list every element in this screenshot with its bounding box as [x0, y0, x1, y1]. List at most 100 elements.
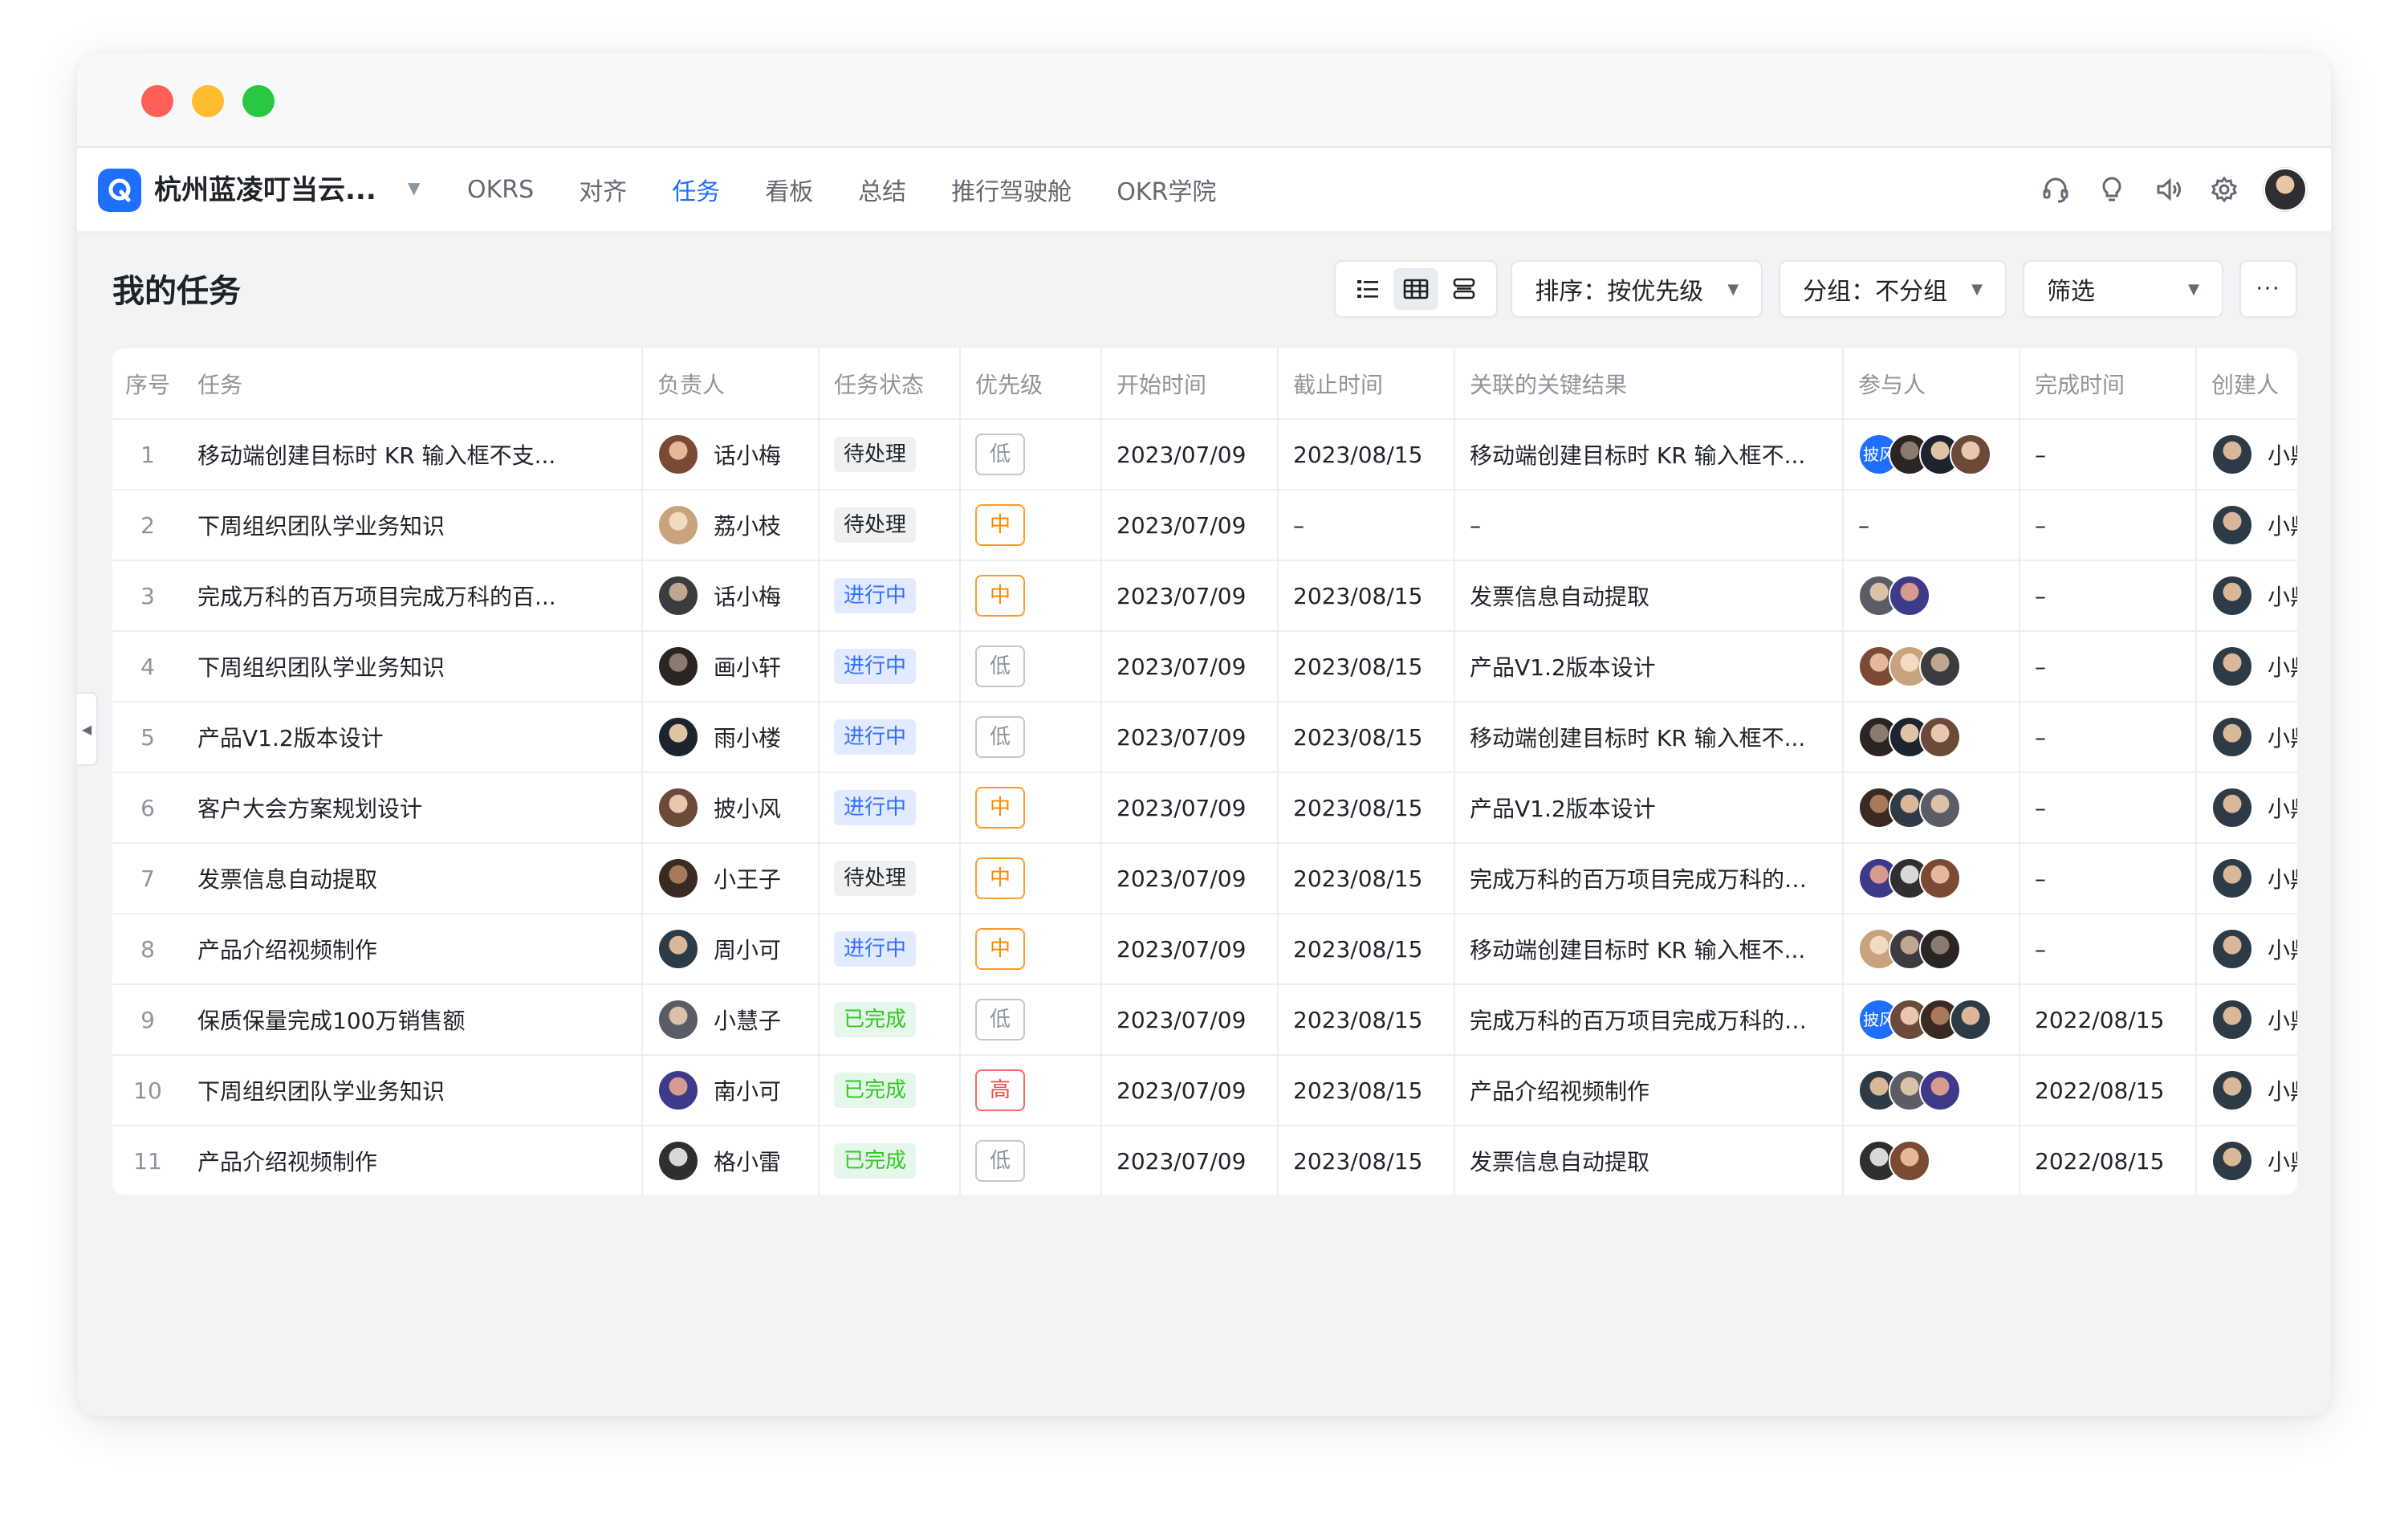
- card-view-icon[interactable]: [1442, 268, 1487, 310]
- participant-avatar[interactable]: [1950, 434, 1991, 475]
- participant-avatars[interactable]: [1858, 928, 2004, 970]
- task-title-cell[interactable]: 完成万科的百万项目完成万科的百...: [183, 560, 642, 632]
- creator-avatar[interactable]: [2211, 434, 2253, 475]
- owner-avatar[interactable]: [657, 999, 699, 1040]
- status-badge[interactable]: 已完成: [834, 1073, 917, 1108]
- participant-avatars[interactable]: [1858, 857, 2004, 899]
- column-header[interactable]: 创建人: [2195, 348, 2297, 420]
- owner-avatar[interactable]: [657, 645, 699, 687]
- status-badge[interactable]: 待处理: [834, 437, 917, 472]
- key-result-cell[interactable]: 产品V1.2版本设计: [1454, 631, 1843, 702]
- owner-avatar[interactable]: [657, 504, 699, 546]
- owner-avatar[interactable]: [657, 928, 699, 970]
- table-row[interactable]: 8 产品介绍视频制作 周小可 进行中 中 2023/07/09 2023/08/15 移动端创…: [112, 914, 2297, 985]
- owner[interactable]: 话小梅: [657, 575, 803, 617]
- app-logo-icon[interactable]: [98, 169, 141, 212]
- task-title-cell[interactable]: 移动端创建目标时 KR 输入框不支...: [183, 419, 642, 491]
- creator-avatar[interactable]: [2211, 928, 2253, 970]
- table-row[interactable]: 3 完成万科的百万项目完成万科的百... 话小梅 进行中 中 2023/07/09 2023…: [112, 560, 2297, 632]
- owner[interactable]: 画小轩: [657, 645, 803, 687]
- key-result-cell[interactable]: 发票信息自动提取: [1454, 560, 1843, 632]
- status-badge[interactable]: 进行中: [834, 649, 917, 684]
- task-title-cell[interactable]: 客户大会方案规划设计: [183, 772, 642, 844]
- participant-avatar[interactable]: [1919, 716, 1961, 758]
- creator[interactable]: 小鼎: [2211, 928, 2297, 970]
- speaker-icon[interactable]: [2148, 169, 2188, 210]
- creator-avatar[interactable]: [2211, 999, 2253, 1040]
- owner[interactable]: 格小雷: [657, 1140, 803, 1182]
- user-avatar[interactable]: [2264, 168, 2307, 211]
- column-header[interactable]: 序号: [112, 348, 183, 420]
- list-view-icon[interactable]: [1345, 268, 1390, 310]
- status-badge[interactable]: 待处理: [834, 861, 917, 896]
- table-row[interactable]: 5 产品V1.2版本设计 雨小楼 进行中 低 2023/07/09 2023/08/15 移动…: [112, 702, 2297, 773]
- participant-avatars[interactable]: [1858, 645, 2004, 687]
- owner[interactable]: 披小风: [657, 787, 803, 829]
- column-header[interactable]: 参与人: [1842, 348, 2020, 420]
- column-header[interactable]: 开始时间: [1100, 348, 1278, 420]
- priority-badge[interactable]: 低: [975, 716, 1025, 758]
- status-badge[interactable]: 待处理: [834, 507, 917, 543]
- creator[interactable]: 小鼎: [2211, 1069, 2297, 1111]
- owner[interactable]: 周小可: [657, 928, 803, 970]
- owner-avatar[interactable]: [657, 1069, 699, 1111]
- group-select[interactable]: 分组：不分组 ▼: [1779, 260, 2007, 318]
- nav-item-5[interactable]: 推行驾驶舱: [951, 172, 1072, 207]
- participant-avatars[interactable]: [1858, 787, 2004, 829]
- participant-avatars[interactable]: [1858, 575, 2004, 617]
- column-header[interactable]: 任务: [183, 348, 642, 420]
- priority-badge[interactable]: 低: [975, 999, 1025, 1040]
- minimize-window-button[interactable]: [192, 85, 224, 117]
- sidebar-collapse-handle[interactable]: ◀: [77, 692, 98, 766]
- close-window-button[interactable]: [141, 85, 173, 117]
- creator-avatar[interactable]: [2211, 1140, 2253, 1182]
- status-badge[interactable]: 进行中: [834, 578, 917, 613]
- priority-badge[interactable]: 中: [975, 787, 1025, 829]
- nav-item-0[interactable]: OKRS: [467, 176, 534, 204]
- task-title-cell[interactable]: 下周组织团队学业务知识: [183, 490, 642, 561]
- maximize-window-button[interactable]: [242, 85, 275, 117]
- column-header[interactable]: 优先级: [959, 348, 1101, 420]
- nav-item-4[interactable]: 总结: [858, 172, 906, 207]
- company-name[interactable]: 杭州蓝凌叮当云...: [154, 169, 376, 212]
- status-badge[interactable]: 已完成: [834, 1143, 917, 1179]
- creator-avatar[interactable]: [2211, 787, 2253, 829]
- nav-item-1[interactable]: 对齐: [579, 172, 627, 207]
- column-header[interactable]: 负责人: [641, 348, 819, 420]
- key-result-cell[interactable]: 发票信息自动提取: [1454, 1126, 1843, 1195]
- owner-avatar[interactable]: [657, 787, 699, 829]
- table-row[interactable]: 6 客户大会方案规划设计 披小风 进行中 中 2023/07/09 2023/08/15 产品…: [112, 772, 2297, 844]
- key-result-cell[interactable]: 完成万科的百万项目完成万科的百...: [1454, 843, 1843, 914]
- task-title-cell[interactable]: 产品介绍视频制作: [183, 914, 642, 985]
- column-header[interactable]: 任务状态: [818, 348, 960, 420]
- creator[interactable]: 小鼎: [2211, 645, 2297, 687]
- owner-avatar[interactable]: [657, 857, 699, 899]
- table-view-icon[interactable]: [1393, 268, 1439, 310]
- owner[interactable]: 小王子: [657, 857, 803, 899]
- key-result-cell[interactable]: 移动端创建目标时 KR 输入框不...: [1454, 702, 1843, 773]
- priority-badge[interactable]: 低: [975, 434, 1025, 475]
- task-title-cell[interactable]: 产品介绍视频制作: [183, 1126, 642, 1195]
- column-header[interactable]: 完成时间: [2019, 348, 2196, 420]
- nav-item-6[interactable]: OKR学院: [1117, 172, 1216, 207]
- table-row[interactable]: 9 保质保量完成100万销售额 小慧子 已完成 低 2023/07/09 2023/08/1…: [112, 984, 2297, 1056]
- headset-icon[interactable]: [2036, 169, 2076, 210]
- table-row[interactable]: 4 下周组织团队学业务知识 画小轩 进行中 低 2023/07/09 2023/08/15 产…: [112, 631, 2297, 702]
- key-result-cell[interactable]: 产品介绍视频制作: [1454, 1055, 1843, 1126]
- key-result-cell[interactable]: 移动端创建目标时 KR 输入框不...: [1454, 914, 1843, 985]
- owner-avatar[interactable]: [657, 1140, 699, 1182]
- status-badge[interactable]: 进行中: [834, 931, 917, 967]
- priority-badge[interactable]: 中: [975, 575, 1025, 617]
- table-row[interactable]: 7 发票信息自动提取 小王子 待处理 中 2023/07/09 2023/08/15 完成万科…: [112, 843, 2297, 914]
- creator[interactable]: 小鼎: [2211, 999, 2297, 1040]
- priority-badge[interactable]: 中: [975, 857, 1025, 899]
- priority-badge[interactable]: 低: [975, 645, 1025, 687]
- nav-item-3[interactable]: 看板: [765, 172, 813, 207]
- creator-avatar[interactable]: [2211, 645, 2253, 687]
- key-result-cell[interactable]: –: [1454, 490, 1843, 561]
- participant-avatar[interactable]: [1919, 928, 1961, 970]
- participant-avatar[interactable]: [1950, 999, 1991, 1040]
- owner[interactable]: 雨小楼: [657, 716, 803, 758]
- participant-avatars[interactable]: [1858, 1069, 2004, 1111]
- participant-avatar[interactable]: [1889, 575, 1930, 617]
